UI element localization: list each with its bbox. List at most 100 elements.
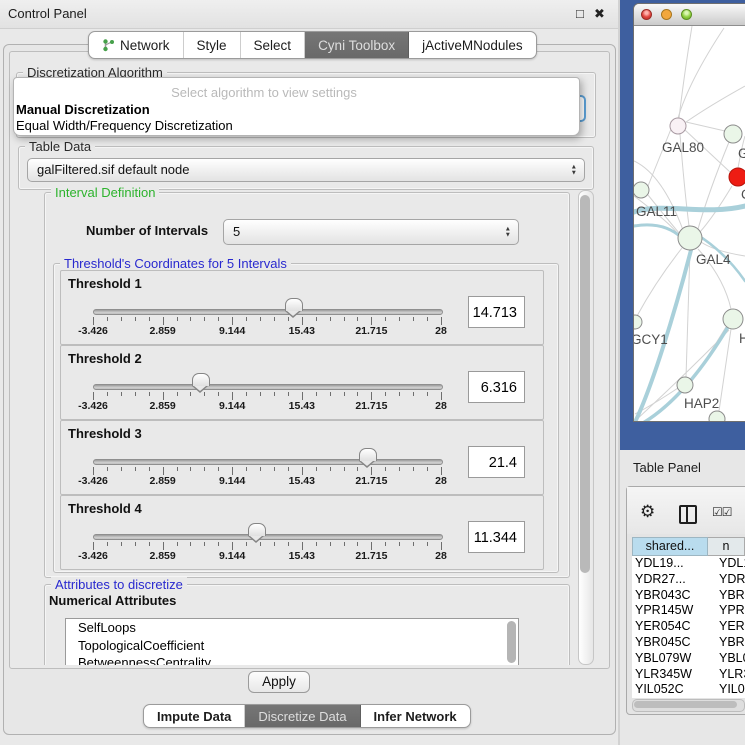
slider-tick-label: 21.715	[355, 475, 387, 487]
slider-tick	[232, 392, 233, 400]
network-view-window[interactable]: GAL80GCGAL11GAL4GCY1HHAP2	[633, 3, 745, 422]
slider-tick	[204, 542, 205, 546]
table-row[interactable]: YBL079WYBL0	[632, 651, 745, 667]
slider-tick	[246, 317, 247, 321]
table-row[interactable]: YDR27...YDR2	[632, 572, 745, 588]
tab-infer-network[interactable]: Infer Network	[361, 705, 470, 727]
table-row[interactable]: YIL052CYIL0	[632, 682, 745, 698]
cell-name: YDL1	[719, 556, 745, 572]
scrollbar-thumb[interactable]	[580, 195, 590, 573]
column-header-name[interactable]: n	[708, 537, 745, 556]
network-window-titlebar[interactable]	[634, 4, 745, 26]
network-node-gal80[interactable]	[670, 118, 686, 134]
threshold-value-field[interactable]: 11.344	[468, 521, 525, 553]
network-node-h[interactable]	[723, 309, 743, 329]
close-traffic-light[interactable]	[641, 9, 652, 20]
slider-tick-label: 2.859	[149, 475, 175, 487]
table-header-row: shared... n	[632, 537, 745, 556]
slider-thumb[interactable]	[359, 448, 377, 461]
slider-tick	[218, 542, 219, 546]
threshold-label: Threshold 3	[68, 426, 142, 441]
column-layout-icon[interactable]	[679, 505, 697, 524]
number-of-intervals-combobox[interactable]: 5 ▲▼	[223, 219, 519, 245]
algorithm-option-equal-width[interactable]: Equal Width/Frequency Discretization	[16, 118, 233, 133]
combo-spinner-icon[interactable]: ▲▼	[505, 227, 511, 238]
algorithm-dropdown-popup: Select algorithm to view settings Manual…	[13, 77, 580, 136]
minimize-traffic-light[interactable]	[661, 9, 672, 20]
network-node-gal4[interactable]	[678, 226, 702, 250]
network-edge	[648, 129, 671, 186]
attribute-list-item[interactable]: BetweennessCentrality	[66, 654, 518, 665]
slider-tick-label: 15.43	[289, 325, 315, 337]
network-node-hap2[interactable]	[677, 377, 693, 393]
numerical-attributes-list[interactable]: SelfLoopsTopologicalCoefficientBetweenne…	[65, 618, 519, 665]
table-row[interactable]: YDL19...YDL1	[632, 556, 745, 572]
cell-name: YER0	[719, 619, 745, 635]
gear-icon[interactable]: ⚙	[640, 502, 655, 522]
tab-jactivemnodules[interactable]: jActiveMNodules	[409, 32, 536, 58]
attribute-list-item[interactable]: TopologicalCoefficient	[66, 637, 518, 655]
tab-network[interactable]: Network	[89, 32, 184, 58]
network-node-c[interactable]	[729, 168, 745, 186]
table-row[interactable]: YLR345WYLR3	[632, 667, 745, 683]
threshold-value-field[interactable]: 6.316	[468, 371, 525, 403]
close-window-icon[interactable]: ✖	[594, 6, 605, 22]
checkbox-icons[interactable]: ☑☑	[712, 505, 732, 519]
table-row[interactable]: YER054CYER0	[632, 619, 745, 635]
slider-tick	[260, 392, 261, 396]
table-horizontal-scrollbar[interactable]	[632, 699, 745, 712]
tab-impute-data[interactable]: Impute Data	[144, 705, 245, 727]
network-node-label: C	[741, 187, 745, 202]
table-row[interactable]: YPR145WYPR1	[632, 603, 745, 619]
scrollbar-thumb[interactable]	[634, 701, 737, 708]
float-window-icon[interactable]: □	[576, 6, 584, 21]
column-header-shared-name[interactable]: shared...	[632, 537, 708, 556]
network-node-gal11[interactable]	[634, 182, 649, 198]
threshold-value-field[interactable]: 14.713	[468, 296, 525, 328]
slider-track[interactable]	[93, 309, 443, 315]
settings-vertical-scrollbar[interactable]	[578, 190, 594, 665]
interval-definition-label: Interval Definition	[51, 185, 159, 200]
slider-tick	[330, 467, 331, 471]
slider-tick	[149, 467, 150, 471]
slider-tick	[246, 467, 247, 471]
table-data-combobox[interactable]: galFiltered.sif default node ▲▼	[27, 158, 585, 182]
slider-track[interactable]	[93, 534, 443, 540]
threshold-panel-1: Threshold 1-3.4262.8599.14415.4321.71528…	[60, 270, 544, 345]
slider-tick	[427, 467, 428, 471]
algorithm-option-manual[interactable]: Manual Discretization	[16, 102, 150, 117]
slider-thumb[interactable]	[248, 523, 266, 536]
table-row[interactable]: YBR045CYBR0	[632, 635, 745, 651]
apply-button[interactable]: Apply	[248, 671, 310, 693]
network-canvas[interactable]: GAL80GCGAL11GAL4GCY1HHAP2	[634, 26, 745, 421]
network-node-gcy1[interactable]	[634, 315, 642, 329]
tab-cyni-toolbox[interactable]: Cyni Toolbox	[305, 32, 409, 58]
slider-thumb[interactable]	[192, 373, 210, 386]
threshold-label: Threshold 1	[68, 276, 142, 291]
tab-style[interactable]: Style	[184, 32, 241, 58]
slider-tick	[302, 542, 303, 550]
table-row[interactable]: YBR043CYBR0	[632, 588, 745, 604]
network-node[interactable]	[709, 411, 725, 421]
slider-tick-label: 9.144	[219, 400, 245, 412]
slider-tick-label: -3.426	[78, 400, 108, 412]
screen: Control Panel □ ✖ NetworkStyleSelectCyni…	[0, 0, 745, 745]
slider-tick	[371, 542, 372, 550]
attribute-list-item[interactable]: SelfLoops	[66, 619, 518, 637]
network-graph[interactable]: GAL80GCGAL11GAL4GCY1HHAP2	[634, 26, 745, 421]
slider-tick	[149, 392, 150, 396]
slider-track[interactable]	[93, 459, 443, 465]
tab-label: Style	[197, 38, 227, 53]
slider-tick	[135, 467, 136, 471]
combo-spinner-icon[interactable]: ▲▼	[571, 165, 577, 176]
tab-discretize-data[interactable]: Discretize Data	[245, 705, 360, 727]
zoom-traffic-light[interactable]	[681, 9, 692, 20]
slider-thumb[interactable]	[285, 298, 303, 311]
slider-tick	[177, 317, 178, 321]
slider-tick-label: 2.859	[149, 550, 175, 562]
network-node-g[interactable]	[724, 125, 742, 143]
tab-select[interactable]: Select	[241, 32, 306, 58]
attributes-list-scrollbar[interactable]	[507, 621, 516, 663]
threshold-value-field[interactable]: 21.4	[468, 446, 525, 478]
slider-track[interactable]	[93, 384, 443, 390]
